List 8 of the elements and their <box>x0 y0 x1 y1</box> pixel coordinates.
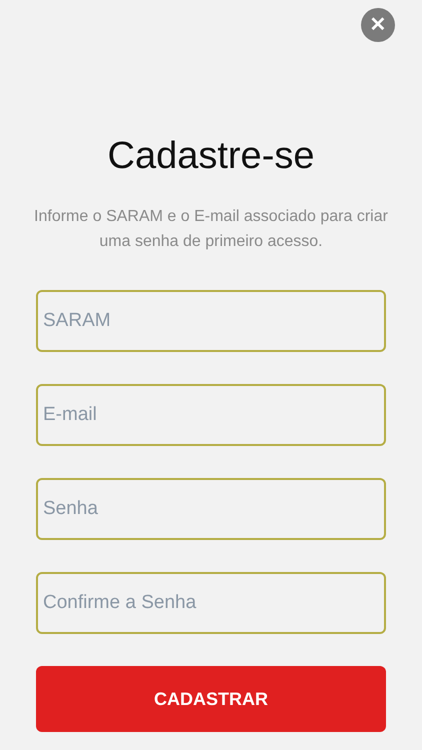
close-button[interactable]: ✕ <box>361 8 395 42</box>
page-title: Cadastre-se <box>106 134 316 179</box>
input-field[interactable]: E-mail <box>36 384 386 446</box>
input-field[interactable]: Senha <box>36 478 386 540</box>
register-button[interactable]: CADASTRAR <box>36 666 386 732</box>
input-field[interactable]: SARAM <box>36 290 386 352</box>
input-field[interactable]: Confirme a Senha <box>36 572 386 634</box>
instruction-text: Informe o SARAM e o E-mail associado para criar uma senha de primeiro acesso. <box>33 207 389 252</box>
